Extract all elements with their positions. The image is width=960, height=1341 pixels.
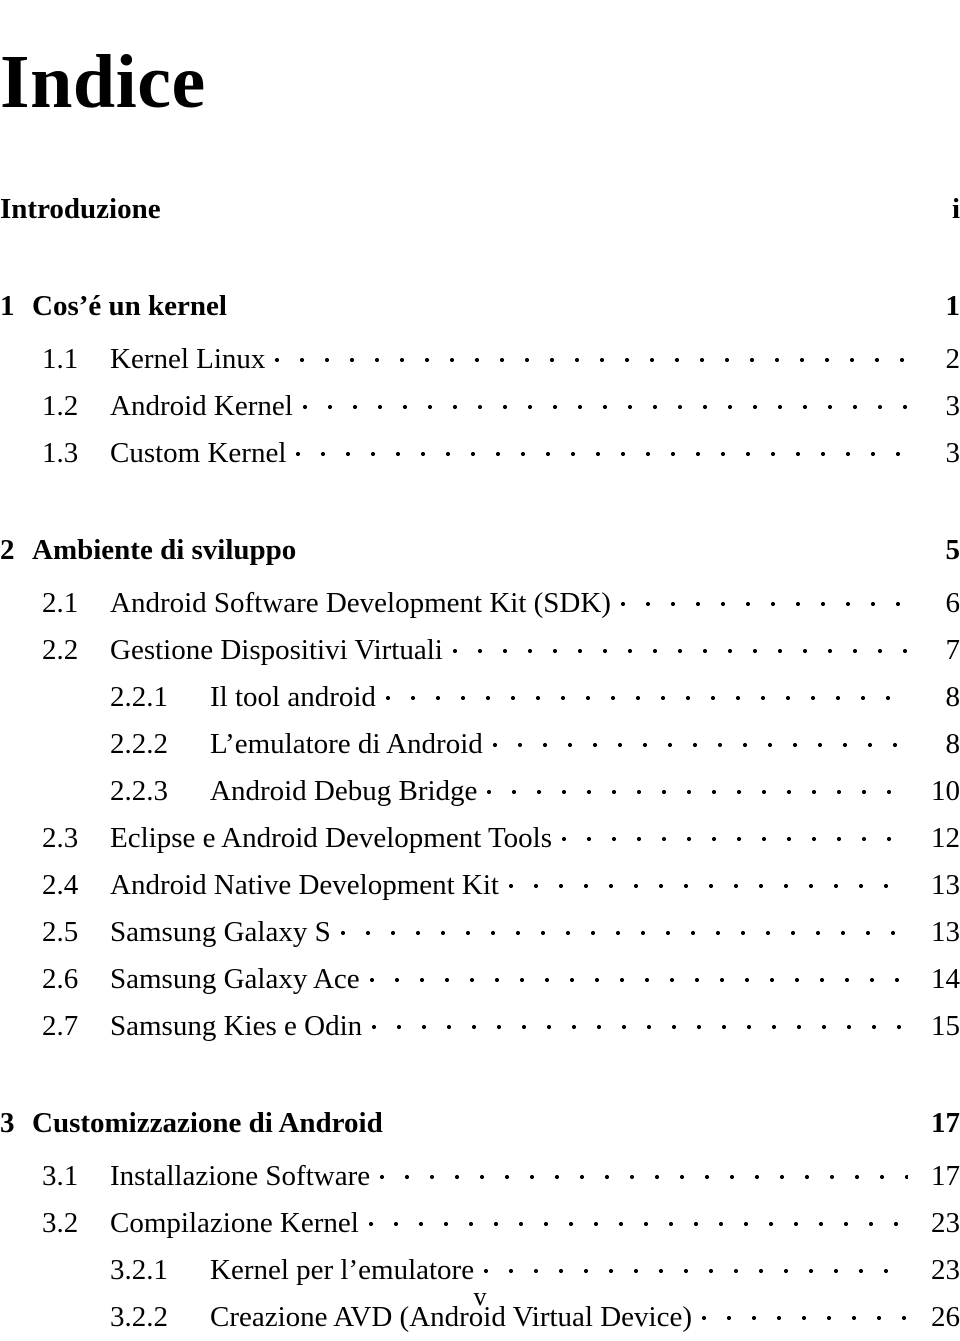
toc-dot-leader <box>368 1203 908 1232</box>
toc-entry-number: 3.2 <box>42 1207 79 1239</box>
toc-entry-page-number: 6 <box>945 587 960 619</box>
toc-dot-leader <box>296 433 908 462</box>
toc-dot-leader <box>302 386 908 415</box>
toc-entry[interactable]: 3 Customizzazione di Android 17 <box>0 1100 960 1147</box>
toc-dot-leader <box>452 630 908 659</box>
toc-entry[interactable]: 2.3 Eclipse e Android Development Tools 12 <box>0 815 960 862</box>
toc-entry-title: Gestione Dispositivi Virtuali <box>110 634 443 666</box>
toc-entry-page-number: 12 <box>931 822 960 854</box>
toc-entry-page-number: 1 <box>945 290 960 322</box>
toc-entry-title: Compilazione Kernel <box>110 1207 359 1239</box>
toc-dot-leader <box>372 1006 908 1035</box>
toc-entry-number: 1.3 <box>42 437 79 469</box>
toc-entry-page-number: 17 <box>931 1107 960 1139</box>
toc-entry-title: Ambiente di sviluppo <box>32 534 297 566</box>
toc-entry[interactable]: 1.2 Android Kernel 3 <box>0 383 960 430</box>
toc-entry-title: Android Debug Bridge <box>210 775 478 807</box>
toc-entry-number: 3 <box>0 1107 15 1139</box>
toc-entry[interactable]: 2 Ambiente di sviluppo 5 <box>0 527 960 574</box>
toc-entry-title: Android Kernel <box>110 390 293 422</box>
toc-dot-leader <box>484 1250 908 1279</box>
toc-entry-number: 1.2 <box>42 390 79 422</box>
toc-entry[interactable]: 2.1 Android Software Development Kit (SDK… <box>0 580 960 627</box>
toc-entry[interactable]: 2.4 Android Native Development Kit 13 <box>0 862 960 909</box>
toc-entry-number: 2.4 <box>42 869 79 901</box>
toc-entry-page-number: 5 <box>945 534 960 566</box>
toc-entry-page-number: 17 <box>931 1160 960 1192</box>
toc-dot-leader <box>306 530 908 559</box>
toc-entry-page-number: 2 <box>945 343 960 375</box>
toc-entry-title: Samsung Galaxy S <box>110 916 331 948</box>
toc-dot-leader <box>562 818 908 847</box>
toc-entry[interactable]: 3.1 Installazione Software 17 <box>0 1153 960 1200</box>
toc-entry-number: 2.2.2 <box>110 728 168 760</box>
toc-entry-number: 3.1 <box>42 1160 79 1192</box>
toc-entry[interactable]: 2.5 Samsung Galaxy S 13 <box>0 909 960 956</box>
toc-entry[interactable]: 2.2.3 Android Debug Bridge 10 <box>0 768 960 815</box>
toc-entry-page-number: 8 <box>945 681 960 713</box>
toc-entry[interactable]: 1 Cos’é un kernel 1 <box>0 283 960 330</box>
toc-entry[interactable]: 2.2.2 L’emulatore di Android 8 <box>0 721 960 768</box>
toc-dot-leader <box>620 583 908 612</box>
toc-page: Indice Introduzione i 1 Cos’é un kernel 1 1.1… <box>0 0 960 1333</box>
toc-entry[interactable]: Introduzione i <box>0 186 960 233</box>
toc-dot-leader <box>385 677 908 706</box>
toc-entry-page-number: 3 <box>945 390 960 422</box>
toc-entry-title: Samsung Galaxy Ace <box>110 963 360 995</box>
toc-entry[interactable]: 2.2.1 Il tool android 8 <box>0 674 960 721</box>
toc-entry-page-number: 15 <box>931 1010 960 1042</box>
toc-entry-title: Eclipse e Android Development Tools <box>110 822 553 854</box>
toc-entry-page-number: 8 <box>945 728 960 760</box>
toc-dot-leader <box>275 339 908 368</box>
toc-entry-title: Android Native Development Kit <box>110 869 499 901</box>
toc-dot-leader <box>509 865 908 894</box>
toc-entry[interactable]: 2.6 Samsung Galaxy Ace 14 <box>0 956 960 1003</box>
toc-entry-number: 2.1 <box>42 587 79 619</box>
toc-entry-number: 2.6 <box>42 963 79 995</box>
toc-entry-title: Android Software Development Kit (SDK) <box>110 587 611 619</box>
toc-entry-page-number: 23 <box>931 1207 960 1239</box>
toc-entry-number: 1 <box>0 290 15 322</box>
toc-entry-page-number: 13 <box>931 869 960 901</box>
toc-entry-page-number: i <box>951 193 960 225</box>
toc-entry-page-number: 3 <box>945 437 960 469</box>
toc-entry-title: Customizzazione di Android <box>32 1107 383 1139</box>
toc-entry-number: 2.2 <box>42 634 79 666</box>
toc-entry[interactable]: 2.7 Samsung Kies e Odin 15 <box>0 1003 960 1050</box>
toc-entry-title: Samsung Kies e Odin <box>110 1010 363 1042</box>
toc-entry-number: 1.1 <box>42 343 79 375</box>
toc-entry-title: Custom Kernel <box>110 437 287 469</box>
toc-entry-title: L’emulatore di Android <box>210 728 483 760</box>
toc-entry[interactable]: 1.3 Custom Kernel 3 <box>0 430 960 477</box>
toc-entry[interactable]: 1.1 Kernel Linux 2 <box>0 336 960 383</box>
toc-entry-title: Installazione Software <box>110 1160 371 1192</box>
toc-entry[interactable]: 3.2 Compilazione Kernel 23 <box>0 1200 960 1247</box>
toc-dot-leader <box>393 1103 908 1132</box>
toc-entry-number: 2.2.1 <box>110 681 168 713</box>
toc-dot-leader <box>487 771 908 800</box>
toc-entry-page-number: 10 <box>931 775 960 807</box>
toc-entry-title: Cos’é un kernel <box>32 290 227 322</box>
toc-dot-leader <box>237 286 908 315</box>
page-title: Indice <box>0 39 206 124</box>
toc-dot-leader <box>340 912 908 941</box>
toc-entry-title: Kernel Linux <box>110 343 266 375</box>
toc-entry-page-number: 14 <box>931 963 960 995</box>
toc-entry-number: 2 <box>0 534 15 566</box>
toc-entry-page-number: 13 <box>931 916 960 948</box>
toc-entry-list: Introduzione i 1 Cos’é un kernel 1 1.1 Kernel … <box>0 186 960 1341</box>
toc-dot-leader <box>492 724 908 753</box>
toc-entry-title: Introduzione <box>0 193 161 225</box>
toc-entry-number: 2.2.3 <box>110 775 168 807</box>
toc-dot-leader <box>369 959 908 988</box>
toc-entry-page-number: 7 <box>945 634 960 666</box>
toc-entry-number: 2.7 <box>42 1010 79 1042</box>
toc-dot-leader <box>380 1156 908 1185</box>
toc-dot-leader <box>171 189 908 218</box>
toc-entry-number: 2.5 <box>42 916 79 948</box>
toc-entry[interactable]: 2.2 Gestione Dispositivi Virtuali 7 <box>0 627 960 674</box>
toc-entry-title: Il tool android <box>210 681 376 713</box>
footer-page-number: v <box>473 1282 487 1311</box>
toc-entry-number: 2.3 <box>42 822 79 854</box>
